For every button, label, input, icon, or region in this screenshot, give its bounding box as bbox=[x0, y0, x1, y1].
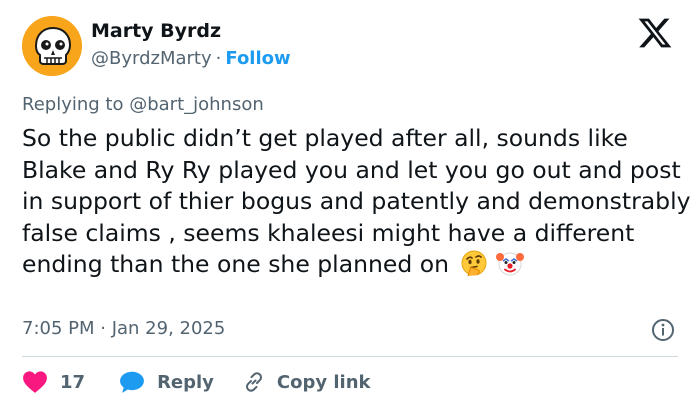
tweet-card: Marty Byrdz @ByrdzMarty · Follow Replying … bbox=[0, 0, 700, 410]
author-avatar[interactable] bbox=[22, 16, 82, 76]
author-name[interactable]: Marty Byrdz bbox=[91, 20, 221, 42]
info-icon[interactable] bbox=[651, 318, 675, 342]
link-icon bbox=[245, 372, 262, 392]
tweet-timestamp[interactable]: 7:05 PM · Jan 29, 2025 bbox=[22, 318, 225, 339]
clown-face-icon bbox=[495, 250, 525, 276]
copy-link-label: Copy link bbox=[276, 371, 371, 393]
copy-link-button[interactable]: Copy link bbox=[242, 370, 371, 394]
x-logo-icon[interactable] bbox=[638, 18, 672, 48]
author-handle-row: @ByrdzMarty · Follow bbox=[91, 48, 291, 69]
like-button[interactable]: 17 bbox=[22, 370, 85, 394]
reply-label: Reply bbox=[157, 371, 214, 393]
tweet-text-content: So the public didn’t get played after al… bbox=[22, 124, 691, 278]
skull-avatar-icon bbox=[22, 16, 82, 76]
handle-separator: · bbox=[215, 48, 222, 69]
tweet-text: So the public didn’t get played after al… bbox=[22, 123, 692, 281]
replying-to-label: Replying to bbox=[22, 94, 124, 115]
follow-button[interactable]: Follow bbox=[225, 48, 290, 69]
replying-to-line: Replying to @bart_johnson bbox=[22, 94, 264, 115]
thinking-face-icon bbox=[461, 250, 491, 276]
like-count: 17 bbox=[60, 371, 86, 393]
replying-to-mention[interactable]: @bart_johnson bbox=[129, 94, 264, 115]
speech-bubble-icon bbox=[120, 371, 144, 393]
reply-button[interactable]: Reply bbox=[119, 370, 214, 394]
author-handle[interactable]: @ByrdzMarty bbox=[91, 48, 212, 69]
action-bar: 17 Reply Copy link bbox=[22, 368, 371, 396]
heart-icon bbox=[23, 371, 47, 393]
divider bbox=[22, 356, 678, 357]
